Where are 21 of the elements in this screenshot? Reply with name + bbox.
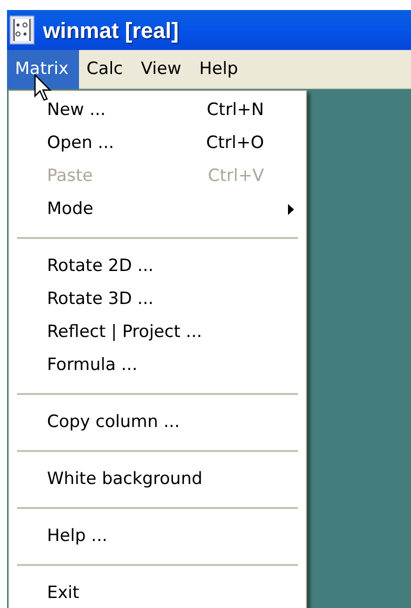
menu-item[interactable]: White background [9, 463, 306, 496]
menu[interactable]: View [132, 50, 192, 88]
menu-item[interactable]: Exit [9, 577, 306, 608]
shortcut-label: Ctrl+O [206, 132, 264, 155]
menu[interactable]: Help [191, 50, 248, 88]
menu-item[interactable]: Help ... [9, 520, 306, 553]
menu-item[interactable]: Reflect | Project ... [9, 316, 306, 349]
shortcut-label: Ctrl+V [208, 164, 264, 188]
menu-item[interactable]: Mode [9, 193, 306, 226]
menu-item[interactable]: Open ... Ctrl+O [9, 127, 306, 160]
app-icon [9, 15, 35, 45]
window-title: winmat [real] [43, 16, 179, 45]
menu-item[interactable]: Rotate 2D ... [9, 250, 306, 283]
menu[interactable]: Matrix [7, 50, 79, 88]
menu[interactable]: Calc [78, 50, 133, 88]
menu-item[interactable]: Copy column ... [9, 406, 306, 439]
menu-item[interactable]: Rotate 3D ... [9, 283, 306, 316]
submenu-arrow-icon [288, 204, 294, 215]
menu-item[interactable]: Formula ... [9, 349, 306, 382]
shortcut-label: Ctrl+N [206, 98, 264, 122]
menu-item[interactable]: New ... Ctrl+N [9, 94, 306, 127]
